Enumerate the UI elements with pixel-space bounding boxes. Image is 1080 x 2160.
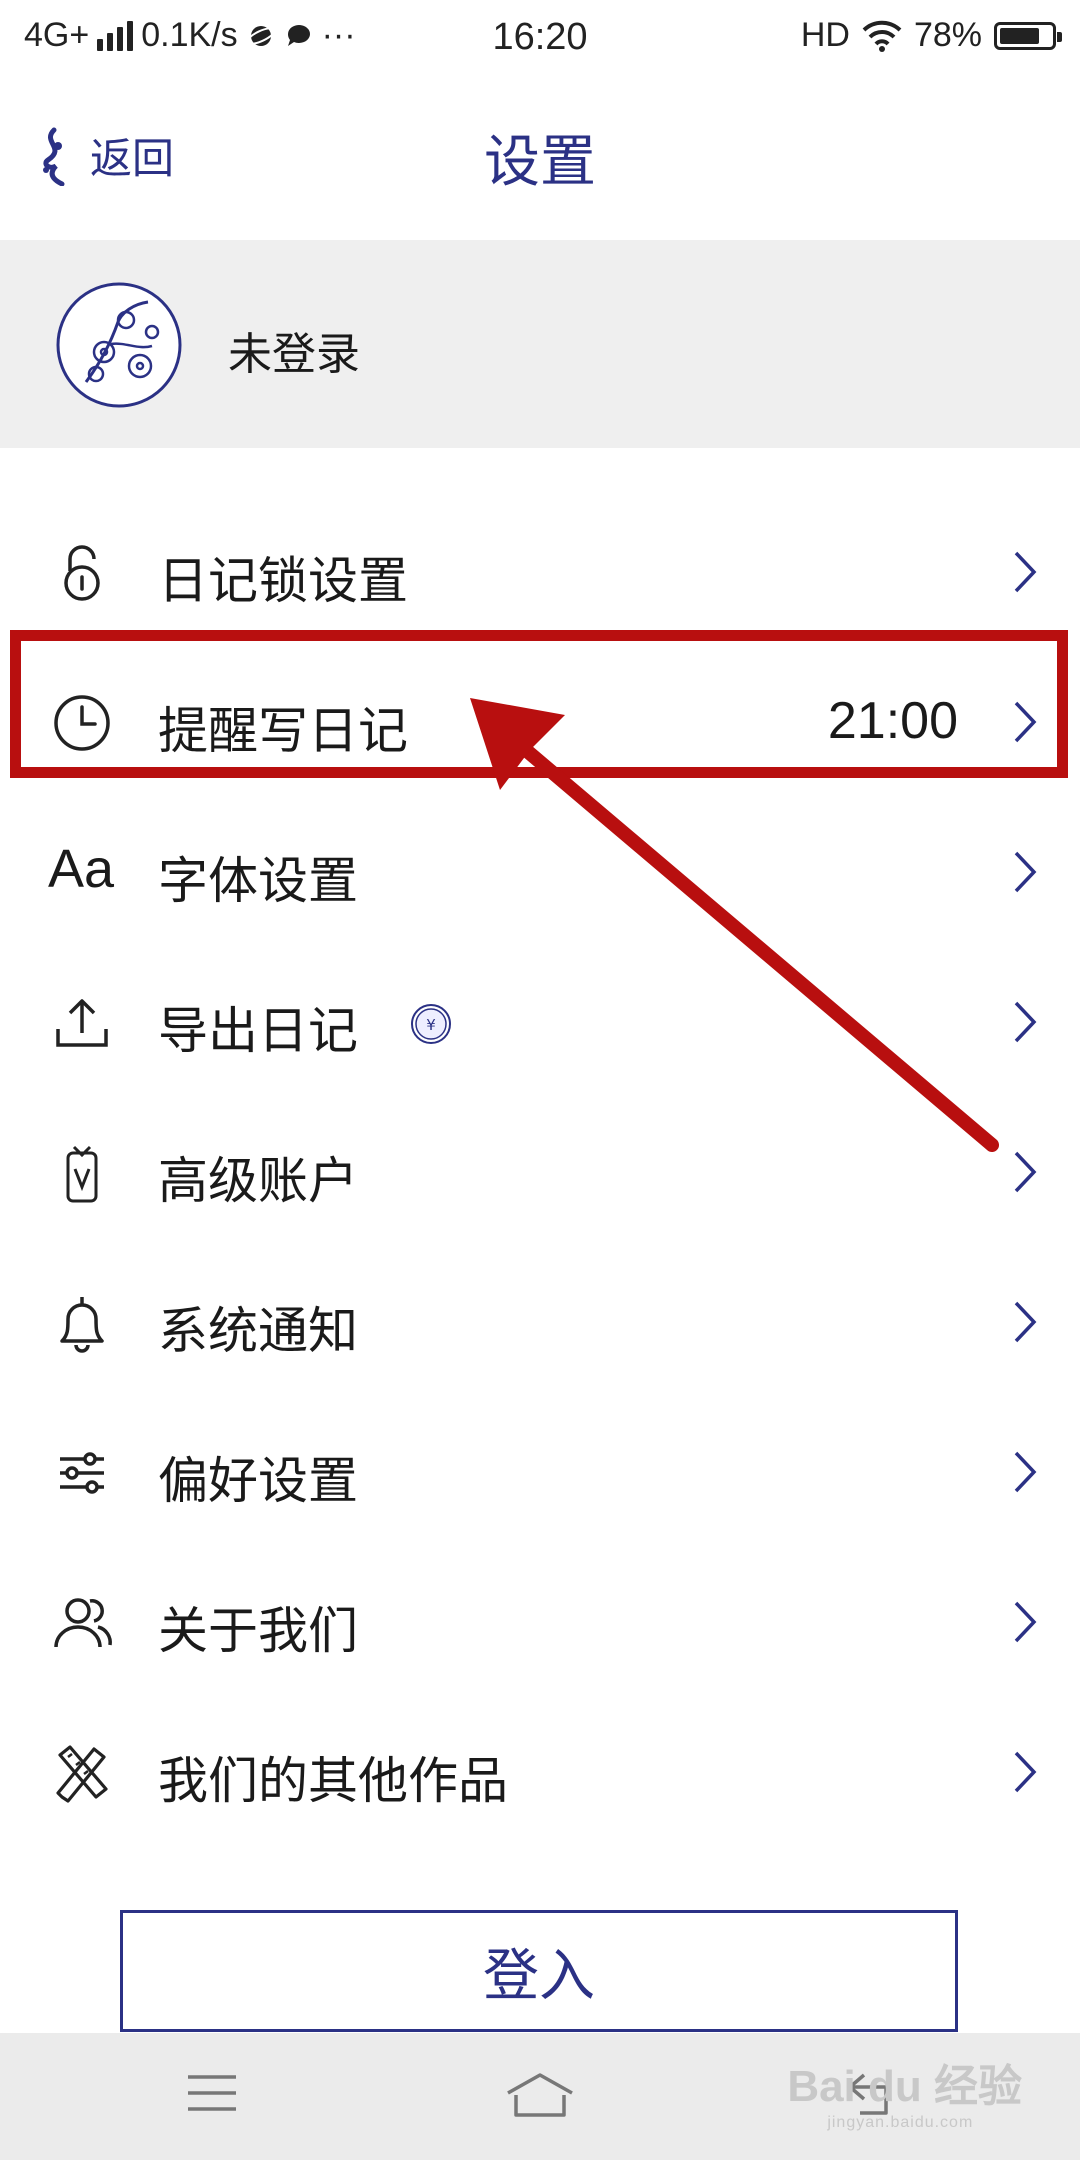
header: 返回 设置 [0,75,1080,240]
chevron-right-icon [1014,1451,1037,1493]
yen-badge-text: ¥ [426,1016,436,1034]
status-bar: 4G+ 0.1K/s ··· 16:20 HD 78% [0,0,1080,75]
page-title: 设置 [484,130,596,195]
hd-indicator: HD [800,16,850,54]
watermark-sub: jingyan.baidu.com [827,2114,974,2131]
profile-section[interactable]: 未登录 [0,240,1080,448]
battery-percent: 78% [913,16,982,54]
login-button[interactable]: 登入 [120,1910,958,2032]
menu-label: 日记锁设置 [158,552,408,610]
menu-item-notifications[interactable]: 系统通知 [0,1247,1080,1397]
watermark: Bai du 经验 jingyan.baidu.com [787,2050,1022,2132]
chevron-right-icon [1014,1751,1037,1793]
highlight-box [10,630,1068,778]
menu-nav-icon[interactable] [186,2071,238,2115]
chevron-right-icon [1014,1301,1037,1343]
menu-item-diary-lock[interactable]: 日记锁设置 [0,497,1080,647]
users-icon [54,1598,112,1648]
battery-icon [994,21,1062,50]
bell-icon [60,1297,104,1353]
battery-level [1000,27,1039,44]
menu-item-about[interactable]: 关于我们 [0,1547,1080,1697]
premium-tag-icon [66,1145,98,1203]
chevron-right-icon [1014,1001,1037,1043]
watermark-main: Bai du 经验 [787,2062,1022,2111]
home-nav-icon[interactable] [504,2071,576,2121]
chevron-right-icon [1014,1151,1037,1193]
menu-label: 高级账户 [158,1152,358,1210]
menu-label: 我们的其他作品 [158,1752,508,1810]
chevron-right-icon [1014,1601,1037,1643]
menu-item-premium[interactable]: 高级账户 [0,1097,1080,1247]
profile-name: 未登录 [228,329,360,380]
menu-label: 关于我们 [158,1602,358,1660]
chevron-right-icon [1014,851,1037,893]
menu-item-other-works[interactable]: 我们的其他作品 [0,1697,1080,1847]
menu-label: 导出日记 [158,1002,358,1060]
avatar [56,282,182,408]
menu-label: 系统通知 [158,1302,358,1360]
lock-icon [64,545,100,601]
chevron-right-icon [1014,551,1037,593]
menu-item-preferences[interactable]: 偏好设置 [0,1397,1080,1547]
menu-item-font[interactable]: Aa 字体设置 [0,797,1080,947]
wifi-icon [862,20,902,52]
export-icon [56,999,108,1047]
menu-label: 字体设置 [158,852,358,910]
font-icon: Aa [48,839,115,899]
pencil-ruler-icon [56,1745,108,1803]
menu-label: 偏好设置 [158,1452,358,1510]
yen-badge-icon: ¥ [411,1004,451,1044]
sliders-icon [60,1452,104,1494]
menu-item-export[interactable]: 导出日记 ¥ [0,947,1080,1097]
